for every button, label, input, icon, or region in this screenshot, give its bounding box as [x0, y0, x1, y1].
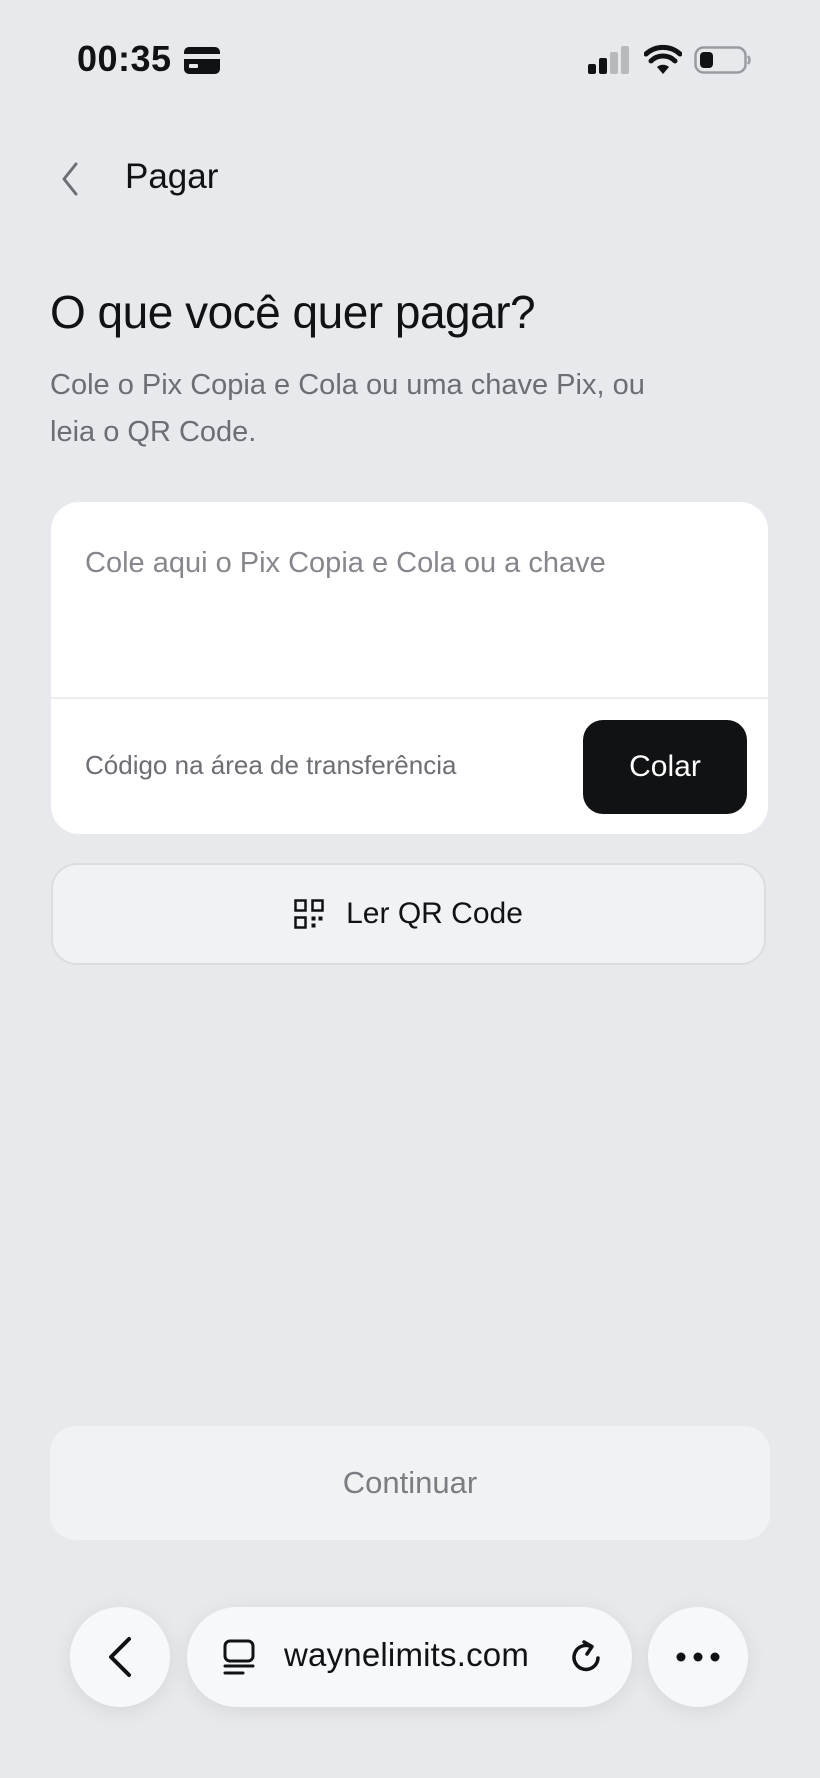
card-divider — [51, 697, 768, 699]
header-title: Pagar — [125, 157, 219, 196]
pix-code-input[interactable] — [51, 502, 768, 697]
browser-back-button[interactable] — [70, 1607, 170, 1707]
url-bar[interactable]: waynelimits.com — [187, 1607, 632, 1707]
status-time: 00:35 — [77, 38, 172, 79]
reload-icon[interactable] — [567, 1638, 605, 1676]
browser-back-icon — [109, 1637, 131, 1677]
clipboard-label: Código na área de transferência — [85, 750, 457, 780]
back-chevron-icon[interactable] — [56, 160, 86, 198]
continue-button[interactable]: Continuar — [50, 1426, 770, 1540]
qr-code-icon — [294, 899, 324, 929]
url-text: waynelimits.com — [284, 1636, 530, 1673]
wifi-icon — [644, 44, 682, 74]
page-subtitle: Cole o Pix Copia e Cola ou uma chave Pix… — [50, 369, 645, 448]
page-heading: O que você quer pagar? — [50, 286, 536, 338]
battery-icon — [694, 46, 751, 74]
pix-input-card: Código na área de transferência Colar — [51, 502, 768, 834]
card-icon — [184, 47, 220, 74]
qr-button-label: Ler QR Code — [346, 897, 523, 930]
browser-more-button[interactable] — [648, 1607, 748, 1707]
signal-icon — [588, 46, 629, 74]
paste-button[interactable]: Colar — [583, 720, 747, 814]
more-icon — [676, 1652, 720, 1662]
tabs-icon — [223, 1639, 255, 1675]
read-qr-code-button[interactable]: Ler QR Code — [51, 863, 766, 965]
